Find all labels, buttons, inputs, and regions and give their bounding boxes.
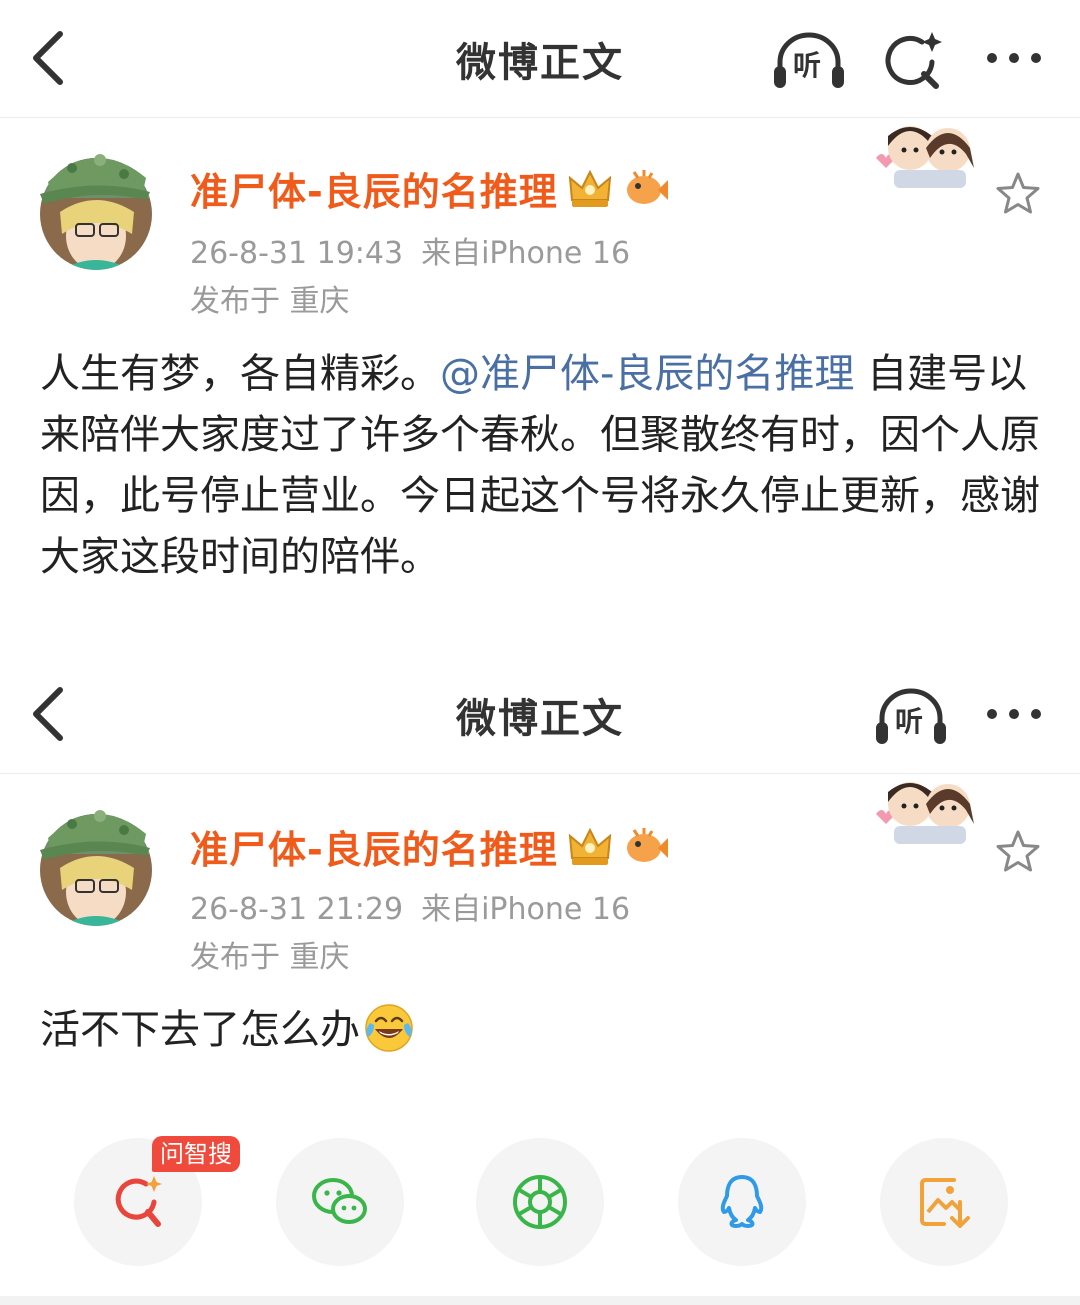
more-icon[interactable] (978, 684, 1052, 748)
username-row: 准尸体-良辰的名推理 (190, 816, 670, 876)
crown-badge-icon[interactable] (566, 164, 614, 212)
favorite-star-icon[interactable] (994, 170, 1042, 218)
save-image-icon (920, 1178, 970, 1228)
share-wechat-button[interactable] (276, 1138, 404, 1266)
crown-badge-icon[interactable] (566, 822, 614, 870)
avatar[interactable] (38, 794, 154, 928)
post-location: 发布于 重庆 (190, 940, 350, 975)
ai-search-tag: 问智搜 (152, 1136, 240, 1172)
post-meta: 26-8-31 21:29 来自iPhone 16 (190, 884, 630, 928)
post-text: 活不下去了怎么办 (40, 1007, 360, 1053)
post-body: 活不下去了怎么办 (40, 1000, 1040, 1061)
share-save-image-button[interactable] (880, 1138, 1008, 1266)
username-row: 准尸体-良辰的名推理 (190, 158, 670, 218)
post-2: 准尸体-良辰的名推理 26-8-31 21:29 来自iPhone 16 发布于 … (0, 774, 1080, 1114)
post-source: 来自iPhone 16 (421, 892, 631, 927)
fish-badge-icon[interactable] (622, 822, 670, 870)
bottom-divider (0, 1296, 1080, 1305)
listen-icon[interactable]: 听 (772, 28, 846, 92)
post-location: 发布于 重庆 (190, 284, 350, 319)
more-icon[interactable] (978, 28, 1052, 92)
fish-badge-icon[interactable] (622, 164, 670, 212)
post-1: 准尸体-良辰的名推理 26-8-31 19:43 来自iPhone 16 发布于 … (0, 118, 1080, 648)
page-title: 微博正文 (456, 40, 624, 86)
ai-search-icon[interactable] (876, 28, 950, 92)
back-icon[interactable] (26, 682, 74, 746)
mention-link[interactable]: @准尸体-良辰的名推理 (440, 351, 854, 397)
wechat-icon (312, 1178, 367, 1224)
avatar[interactable] (38, 138, 154, 272)
couple-sticker-icon (876, 126, 974, 188)
listen-icon[interactable]: 听 (874, 684, 948, 748)
navbar-second: 微博正文 听 (0, 656, 1080, 774)
navbar-top: 微博正文 听 (0, 0, 1080, 118)
favorite-star-icon[interactable] (994, 828, 1042, 876)
moments-icon (513, 1175, 567, 1229)
post-time: 26-8-31 19:43 (190, 236, 404, 271)
post-text-start: 人生有梦，各自精彩。 (40, 351, 440, 397)
username[interactable]: 准尸体-良辰的名推理 (190, 161, 558, 216)
laughing-crying-emoji-icon (365, 1004, 413, 1052)
post-body: 人生有梦，各自精彩。@准尸体-良辰的名推理 自建号以来陪伴大家度过了许多个春秋。… (40, 344, 1040, 588)
share-moments-button[interactable] (476, 1138, 604, 1266)
ai-search-icon (115, 1176, 162, 1227)
qq-icon (720, 1175, 764, 1228)
post-meta: 26-8-31 19:43 来自iPhone 16 (190, 228, 630, 272)
couple-sticker-icon (876, 782, 974, 844)
page-title: 微博正文 (456, 696, 624, 742)
listen-label: 听 (895, 705, 924, 738)
share-qq-button[interactable] (678, 1138, 806, 1266)
back-icon[interactable] (26, 26, 74, 90)
post-time: 26-8-31 21:29 (190, 892, 404, 927)
screenshot-composite: 微博正文 听 准尸体-良辰的名推理 26-8-31 19:43 来自iPhone… (0, 0, 1080, 1305)
listen-label: 听 (793, 49, 822, 82)
post-source: 来自iPhone 16 (421, 236, 631, 271)
username[interactable]: 准尸体-良辰的名推理 (190, 819, 558, 874)
